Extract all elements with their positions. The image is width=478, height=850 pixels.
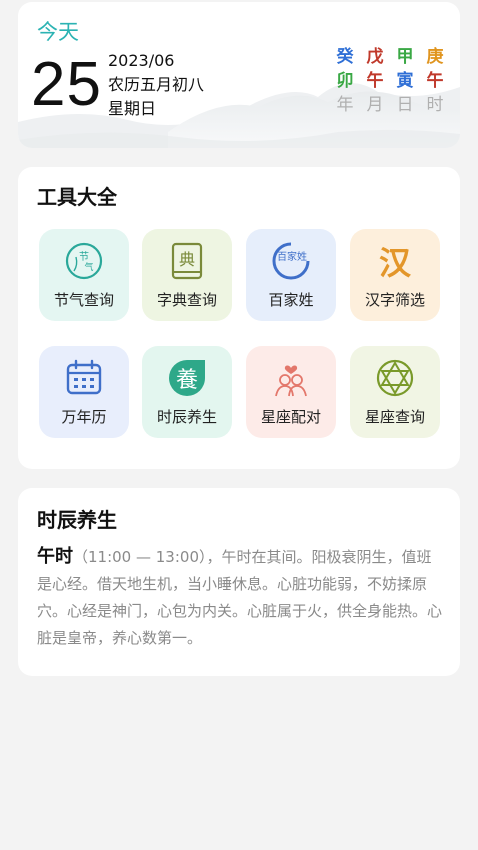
tool-zodiac-query[interactable]: 星座查询: [350, 346, 440, 438]
svg-text:节: 节: [79, 251, 89, 263]
shichen-description: 午时（11:00 — 13:00），午时在其间。阳极衰阴生，值班是心经。借天地生…: [37, 543, 443, 652]
svg-text:養: 養: [176, 368, 198, 393]
tools-title: 工具大全: [37, 185, 117, 209]
hanzi-icon: 汉: [375, 241, 415, 281]
year-month: 2023/06: [108, 51, 175, 70]
svg-text:百家姓: 百家姓: [277, 250, 307, 263]
day-number: 25: [31, 50, 102, 119]
ganzhi-month-stem: 戊: [366, 47, 384, 67]
tool-label: 字典查询: [156, 291, 217, 309]
ganzhi-day-branch: 寅: [396, 71, 414, 91]
ganzhi-label-day: 日: [396, 95, 414, 115]
surname-icon: 百家姓: [271, 241, 311, 281]
ganzhi-label-month: 月: [366, 95, 384, 115]
health-icon: 養: [167, 358, 207, 398]
svg-text:典: 典: [179, 250, 195, 269]
ganzhi-year-branch: 卯: [336, 71, 354, 91]
tool-calendar[interactable]: 万年历: [39, 346, 129, 438]
svg-text:汉: 汉: [379, 244, 412, 281]
tool-label: 星座查询: [364, 408, 425, 426]
couple-icon: [271, 358, 311, 398]
ganzhi-label-year: 年: [336, 95, 354, 115]
ganzhi-grid: 癸 戊 甲 庚 卯 午 寅 午 年 月 日 时: [330, 46, 450, 117]
shichen-title: 时辰养生: [37, 508, 117, 532]
calendar-icon: [64, 358, 104, 398]
shichen-text: （11:00 — 13:00），午时在其间。阳极衰阴生，值班是心经。借天地生机，…: [37, 548, 443, 647]
tool-label: 万年历: [61, 408, 107, 426]
tool-label: 时辰养生: [156, 408, 217, 426]
tool-label: 汉字筛选: [364, 291, 425, 309]
tool-label: 节气查询: [53, 291, 114, 309]
star-icon: [375, 358, 415, 398]
weekday: 星期日: [108, 99, 157, 118]
date-card[interactable]: 今天 25 2023/06 农历五月初八 星期日 癸 戊 甲 庚 卯 午 寅 午…: [18, 2, 460, 148]
ganzhi-month-branch: 午: [366, 71, 384, 91]
shichen-hour: 午时: [37, 546, 73, 567]
today-label: 今天: [37, 20, 79, 44]
tool-label: 星座配对: [260, 408, 321, 426]
tool-dictionary[interactable]: 典 字典查询: [142, 229, 232, 321]
tool-hanzi-filter[interactable]: 汉 汉字筛选: [350, 229, 440, 321]
ganzhi-label-hour: 时: [426, 95, 444, 115]
tool-surname[interactable]: 百家姓 百家姓: [246, 229, 336, 321]
ganzhi-year-stem: 癸: [336, 47, 354, 67]
solar-term-icon: 节 气: [64, 241, 104, 281]
tool-zodiac-match[interactable]: 星座配对: [246, 346, 336, 438]
tool-solar-term[interactable]: 节 气 节气查询: [39, 229, 129, 321]
lunar-date: 农历五月初八: [108, 75, 205, 94]
svg-text:气: 气: [84, 261, 93, 273]
ganzhi-hour-branch: 午: [426, 71, 444, 91]
tool-label: 百家姓: [268, 291, 314, 309]
ganzhi-day-stem: 甲: [396, 47, 414, 67]
tool-health[interactable]: 養 时辰养生: [142, 346, 232, 438]
dictionary-icon: 典: [167, 241, 207, 281]
ganzhi-hour-stem: 庚: [426, 47, 444, 67]
tools-card: 工具大全 节 气 节气查询 典 字典查询 百家姓 百家姓 汉 汉字筛选 万年历 …: [18, 167, 460, 469]
shichen-card[interactable]: 时辰养生 午时（11:00 — 13:00），午时在其间。阳极衰阴生，值班是心经…: [18, 488, 460, 676]
